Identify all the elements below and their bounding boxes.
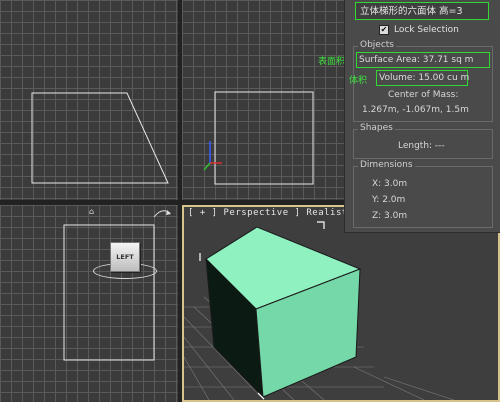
lock-selection-row[interactable]: ✔ Lock Selection xyxy=(379,25,459,35)
perspective-scene xyxy=(184,221,455,400)
surface-area-value: Surface Area: 37.71 sq m xyxy=(359,55,474,65)
shapes-group: Shapes Length: --- xyxy=(353,123,493,159)
dimensions-group: Dimensions X: 3.0m Y: 2.0m Z: 3.0m xyxy=(353,160,493,228)
surface-area-box: Surface Area: 37.71 sq m xyxy=(356,52,490,68)
dimension-y: Y: 2.0m xyxy=(372,195,406,205)
dimension-x: X: 3.0m xyxy=(372,179,408,189)
volume-annotation: 体积 xyxy=(349,76,368,86)
left-view-rect xyxy=(63,224,155,361)
center-of-mass-label: Center of Mass: xyxy=(388,90,459,100)
shapes-title: Shapes xyxy=(358,123,395,133)
viewport-bottom-left[interactable]: ⌂ LEFT xyxy=(0,205,178,402)
dimension-z: Z: 3.0m xyxy=(372,211,408,221)
volume-box: Volume: 15.00 cu m xyxy=(376,70,470,86)
perspective-label[interactable]: [ + ] Perspective ] Realistic xyxy=(188,208,360,218)
lock-selection-checkbox[interactable]: ✔ xyxy=(379,25,389,35)
trapezoid-front-view xyxy=(31,92,169,184)
objects-title: Objects xyxy=(358,40,397,50)
home-icon[interactable]: ⌂ xyxy=(89,208,97,216)
lock-selection-label: Lock Selection xyxy=(394,25,459,35)
measure-panel: 立体梯形的六面体 高=3 ✔ Lock Selection Objects Su… xyxy=(344,0,500,233)
center-of-mass-value: 1.267m, -1.067m, 1.5m xyxy=(362,105,469,115)
viewport-perspective[interactable]: [ + ] Perspective ] Realistic xyxy=(182,205,500,402)
surface-area-annotation: 表面积 xyxy=(318,57,344,67)
length-value: Length: --- xyxy=(398,141,445,151)
object-name-field[interactable]: 立体梯形的六面体 高=3 xyxy=(355,2,489,20)
volume-value: Volume: 15.00 cu m xyxy=(379,73,470,83)
orbit-icon[interactable] xyxy=(152,207,172,221)
nav-cube[interactable]: LEFT xyxy=(110,242,140,272)
viewport-top-left[interactable] xyxy=(0,0,178,200)
dimensions-title: Dimensions xyxy=(358,160,415,170)
objects-group: Objects Surface Area: 37.71 sq m Volume:… xyxy=(353,40,493,122)
app-window: ⌂ LEFT [+] Perspective] Realistic 立体梯… xyxy=(0,0,500,402)
